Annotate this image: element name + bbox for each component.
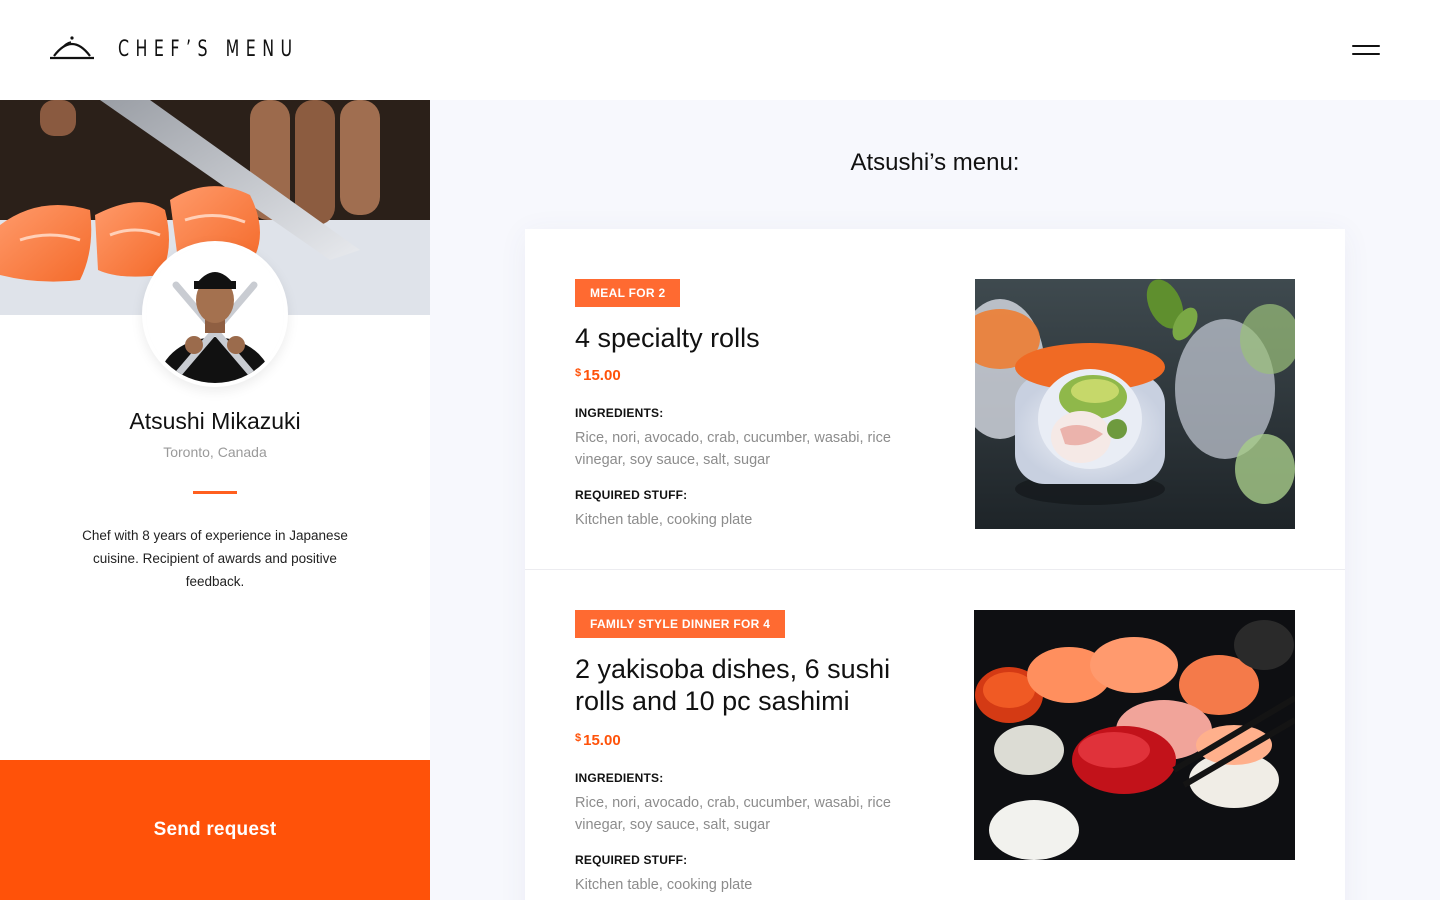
ingredients-text: Rice, nori, avocado, crab, cucumber, was… xyxy=(575,430,891,468)
required-stuff-label: REQUIRED STUFF: xyxy=(575,488,688,502)
item-title: 2 yakisoba dishes, 6 sushi rolls and 10 … xyxy=(575,654,891,716)
price-value: 15.00 xyxy=(583,367,621,384)
send-request-button[interactable]: Send request xyxy=(0,760,430,900)
item-title: 4 specialty rolls xyxy=(575,323,760,353)
chef-bio: Chef with 8 years of experience in Japan… xyxy=(82,528,348,589)
price-currency: $ xyxy=(575,732,582,744)
item-separator xyxy=(525,569,1345,570)
ingredients-label: INGREDIENTS: xyxy=(575,771,664,785)
top-header: CHEF’S MENU xyxy=(0,0,1440,100)
price-currency: $ xyxy=(575,367,582,379)
logo-text: CHEF’S MENU xyxy=(118,36,299,62)
menu-card: MEAL FOR 2 4 specialty rolls $15.00 INGR… xyxy=(525,229,1345,900)
item-price: $15.00 xyxy=(575,367,621,384)
chef-name: Atsushi Mikazuki xyxy=(129,408,301,434)
chef-avatar xyxy=(142,241,288,387)
sushi-platter-photo xyxy=(974,610,1295,860)
required-stuff-text: Kitchen table, cooking plate xyxy=(575,877,753,893)
ingredients-text: Rice, nori, avocado, crab, cucumber, was… xyxy=(575,795,891,833)
cloche-icon xyxy=(50,36,94,60)
item-badge: MEAL FOR 2 xyxy=(575,279,681,307)
required-stuff-text: Kitchen table, cooking plate xyxy=(575,512,753,528)
hamburger-icon[interactable] xyxy=(1350,40,1382,60)
item-price: $15.00 xyxy=(575,732,621,749)
chef-profile-panel: Atsushi Mikazuki Toronto, Canada Chef wi… xyxy=(0,100,430,900)
menu-title: Atsushi’s menu: xyxy=(850,149,1020,176)
logo-link[interactable]: CHEF’S MENU xyxy=(48,34,369,64)
item-badge: FAMILY STYLE DINNER FOR 4 xyxy=(575,610,786,638)
chef-location: Toronto, Canada xyxy=(163,444,267,460)
price-value: 15.00 xyxy=(583,732,621,749)
ingredients-label: INGREDIENTS: xyxy=(575,406,664,420)
required-stuff-label: REQUIRED STUFF: xyxy=(575,853,688,867)
profile-divider xyxy=(193,491,237,494)
specialty-rolls-photo xyxy=(975,279,1295,529)
